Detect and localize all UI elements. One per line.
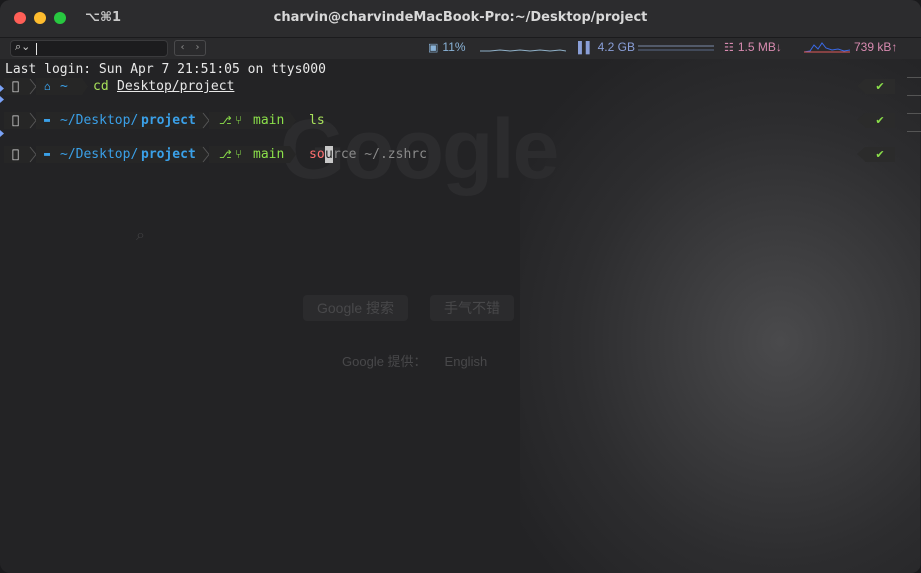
git-icon: ⎇ xyxy=(219,114,232,127)
window-title: charvin@charvindeMacBook-Pro:~/Desktop/p… xyxy=(273,10,648,25)
memory-value: 4.2 GB xyxy=(597,40,635,54)
background-lucky-button: 手气不错 xyxy=(430,295,514,321)
prompt-marker xyxy=(0,96,4,103)
cpu-value: 11% xyxy=(442,40,466,54)
search-icon: ⌕⌄ xyxy=(15,40,31,53)
background-offered-in: Google 提供： English xyxy=(342,351,487,370)
previous-match-button[interactable]: ‹ xyxy=(175,41,190,55)
memory-stat[interactable]: ▌▌ 4.2 GB xyxy=(578,40,635,56)
search-field[interactable]: ⌕⌄ xyxy=(10,40,168,57)
terminal-window: ⌥⌘1 charvin@charvindeMacBook-Pro:~/Deskt… xyxy=(0,0,921,573)
network-down-value: 1.5 MB↓ xyxy=(737,40,782,54)
background-image xyxy=(520,59,920,573)
argument-1: Desktop/project xyxy=(117,79,235,94)
status-check-3: ✔ xyxy=(857,147,895,162)
prompt-dir-1: ~ xyxy=(60,79,68,94)
status-check-1: ✔ xyxy=(857,79,895,94)
apple-icon:  xyxy=(12,146,19,163)
cpu-icon: ▣ xyxy=(428,42,439,54)
network-up-stat[interactable]: 739 kB↑ xyxy=(854,40,897,55)
command-1: cd xyxy=(93,79,109,94)
memory-graph xyxy=(638,45,714,51)
branch-name-2: main xyxy=(253,113,285,128)
command-typed-3: so xyxy=(309,147,325,162)
git-icon: ⎇ xyxy=(219,148,232,161)
prompt-dir-name-3: project xyxy=(141,147,196,162)
prompt-dir-prefix-3: ~/Desktop/ xyxy=(60,147,139,162)
home-icon: ⌂ xyxy=(44,80,51,93)
folder-icon: ▬ xyxy=(44,115,51,126)
last-login-line: Last login: Sun Apr 7 21:51:05 on ttys00… xyxy=(5,62,326,77)
background-offered-lang: English xyxy=(444,354,488,369)
title-bar[interactable]: ⌥⌘1 charvin@charvindeMacBook-Pro:~/Deskt… xyxy=(0,0,921,38)
terminal-content[interactable]: Google ⌕ Google 搜索 手气不错 Google 提供： Englis… xyxy=(0,59,921,573)
background-search-button: Google 搜索 xyxy=(303,295,409,321)
network-down-stat[interactable]: ☷ 1.5 MB↓ xyxy=(724,40,782,56)
status-bar: ⌕⌄ ‹ › ▣ 11% ▌▌ 4.2 GB ☷ 1.5 MB↓ 739 kB↑ xyxy=(0,38,921,59)
background-search-icon: ⌕ xyxy=(136,225,145,244)
branch-name-3: main xyxy=(253,147,285,162)
command-2: ls xyxy=(309,113,325,128)
prompt-line-2:  ▬ ~/Desktop/ project ⎇ ⑂ main ls ✔ xyxy=(0,112,921,129)
network-up-value: 739 kB↑ xyxy=(854,40,898,54)
network-graph xyxy=(804,42,850,53)
cpu-graph xyxy=(480,49,566,52)
terminal-cursor: u xyxy=(325,146,333,163)
background-offered-prefix: Google 提供： xyxy=(342,354,427,369)
autosuggestion-3: rce ~/.zshrc xyxy=(333,147,427,162)
apple-icon:  xyxy=(12,78,19,95)
cpu-stat[interactable]: ▣ 11% xyxy=(428,40,466,56)
text-cursor xyxy=(36,43,37,55)
prompt-dir-name-2: project xyxy=(141,113,196,128)
scrollbar[interactable] xyxy=(907,77,921,147)
memory-icon: ▌▌ xyxy=(578,42,594,54)
folder-icon: ▬ xyxy=(44,149,51,160)
prompt-line-1:  ⌂ ~ cd Desktop/project ✔ xyxy=(0,78,921,95)
prompt-marker xyxy=(0,130,4,137)
apple-icon:  xyxy=(12,112,19,129)
prompt-dir-prefix-2: ~/Desktop/ xyxy=(60,113,139,128)
search-nav-buttons: ‹ › xyxy=(174,40,206,56)
prompt-line-3:  ▬ ~/Desktop/ project ⎇ ⑂ main so u rce… xyxy=(0,146,921,163)
status-check-2: ✔ xyxy=(857,113,895,128)
branch-icon: ⑂ xyxy=(235,113,243,127)
next-match-button[interactable]: › xyxy=(190,41,205,55)
branch-icon: ⑂ xyxy=(235,147,243,161)
network-icon: ☷ xyxy=(724,42,734,54)
